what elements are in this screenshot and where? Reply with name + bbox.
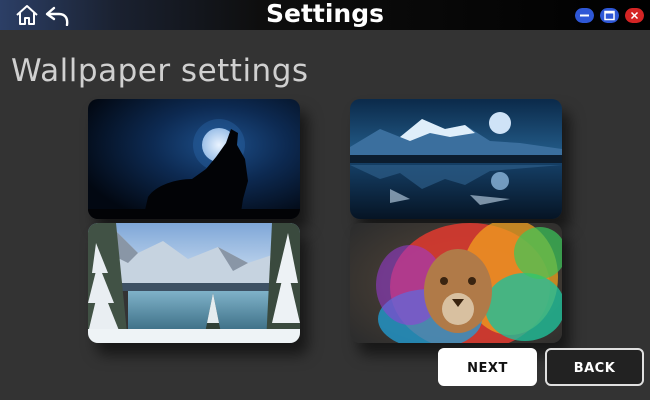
wallpaper-snowy-mountain-lake[interactable] <box>88 223 300 343</box>
wallpaper-wolf-howling-moon[interactable] <box>88 99 300 219</box>
wallpaper-colorful-lion[interactable] <box>350 223 562 343</box>
wallpaper-moonlit-mountain-lake[interactable] <box>350 99 562 219</box>
minimize-button[interactable] <box>575 8 594 23</box>
next-button[interactable]: NEXT <box>438 348 537 386</box>
page-heading: Wallpaper settings <box>11 53 309 89</box>
window-title: Settings <box>265 0 384 28</box>
back-button[interactable]: BACK <box>545 348 644 386</box>
maximize-button[interactable] <box>600 8 619 23</box>
close-button[interactable] <box>625 8 644 23</box>
